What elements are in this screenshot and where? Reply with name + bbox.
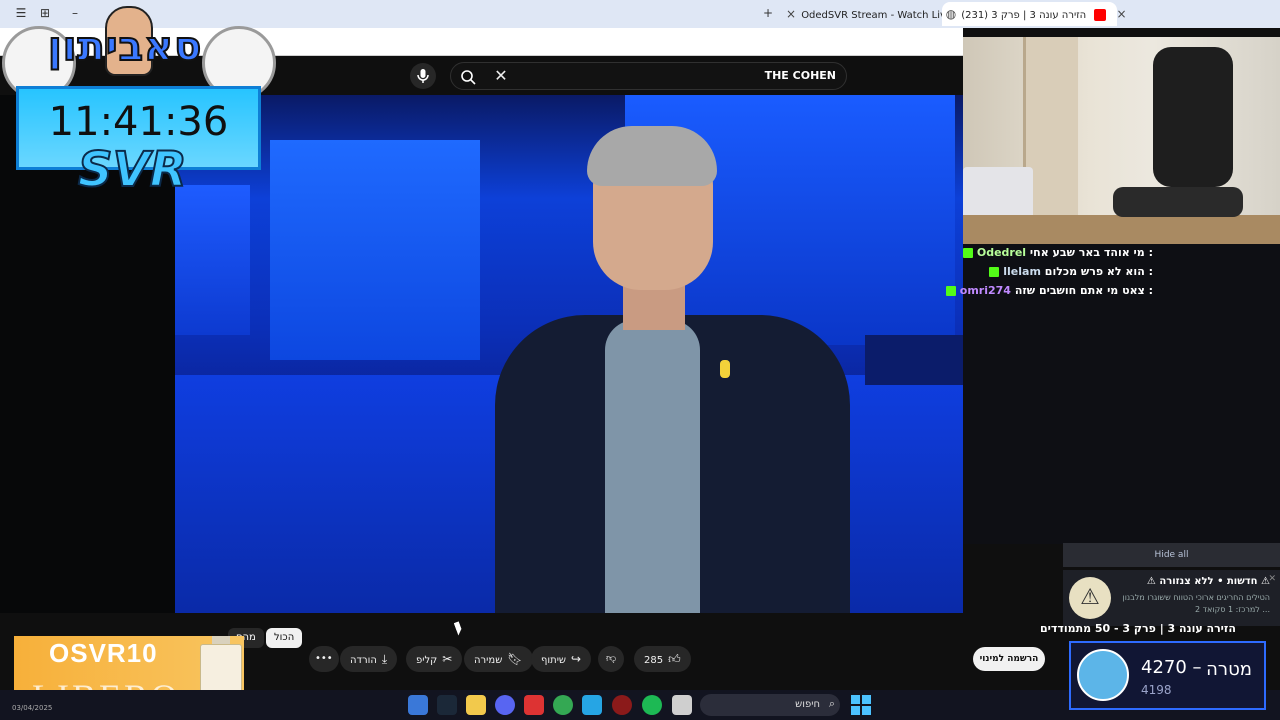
screen: ☰ ⊞ – + × OdedSVR Stream - Watch Live ◍ … bbox=[0, 0, 1280, 720]
youtube-icon bbox=[1094, 9, 1107, 21]
chat-username: llelam bbox=[1003, 265, 1041, 278]
chat-username: omri274 bbox=[959, 284, 1011, 297]
presenter bbox=[475, 126, 855, 613]
brand-text: SVR bbox=[77, 141, 188, 199]
notification-card[interactable]: ⚠ ✕ ⚠ חדשות • ללא צנזורה ⚠ הטילים החריגי… bbox=[1063, 570, 1280, 626]
search-box[interactable]: ✕ THE COHEN bbox=[450, 62, 847, 90]
floor bbox=[963, 215, 1280, 244]
chat-message: llelam הוא לא פרש מכלום : bbox=[989, 265, 1153, 281]
bookmark-icon: 🔖︎ bbox=[507, 652, 523, 666]
goal-avatar bbox=[1077, 649, 1129, 701]
chat-message: omri274 צאט מי אתם חושבים שזה : bbox=[945, 284, 1153, 300]
new-tab-button[interactable]: + bbox=[757, 4, 779, 22]
tab-kick-stream[interactable]: × OdedSVR Stream - Watch Live bbox=[784, 2, 973, 26]
notification-title: ⚠ חדשות • ללא צנזורה ⚠ bbox=[1146, 576, 1270, 587]
donation-goal: 4270 – 4198 מטרה bbox=[1069, 641, 1266, 710]
warning-icon: ⚠ bbox=[1069, 577, 1111, 619]
tab-title: OdedSVR Stream - Watch Live bbox=[801, 10, 953, 21]
tab-title: (231) הזירה עונה 3 | פרק 3 bbox=[961, 10, 1087, 21]
dislike-button[interactable]: 👎︎ bbox=[598, 646, 625, 672]
scissors-icon: ✂ bbox=[442, 652, 453, 666]
save-label: שמירה bbox=[474, 655, 503, 666]
download-icon: ⤓ bbox=[381, 652, 388, 666]
webcam-feed bbox=[963, 37, 1280, 244]
subscribe-button[interactable]: הרשמה למינוי bbox=[973, 647, 1045, 671]
search-input[interactable]: THE COHEN bbox=[765, 63, 836, 89]
clip-label: קליפ bbox=[416, 655, 438, 666]
discord-icon[interactable] bbox=[495, 695, 515, 715]
chair-base bbox=[1113, 187, 1243, 217]
goal-label: מטרה bbox=[1206, 659, 1252, 680]
video-title: הזירה עונה 3 | פרק 3 - 50 מתמודדים bbox=[1040, 622, 1236, 635]
chat-text: צאט מי אתם חושבים שזה : bbox=[1014, 284, 1153, 297]
kick-badge-icon bbox=[962, 248, 973, 258]
mic-icon[interactable] bbox=[410, 63, 436, 89]
stream-logo: סאביתון bbox=[0, 2, 280, 100]
clear-search-icon[interactable]: ✕ bbox=[491, 65, 511, 87]
download-button[interactable]: הורדה ⤓ bbox=[340, 646, 398, 672]
kick-badge-icon bbox=[989, 267, 1000, 277]
timer-value: 11:41:36 bbox=[48, 99, 229, 145]
logo-text: סאביתון bbox=[47, 23, 203, 71]
tab-youtube[interactable]: ◍ (231) הזירה עונה 3 | פרק 3 × bbox=[942, 2, 1127, 26]
like-count: 285 bbox=[644, 655, 664, 666]
thumbs-up-icon: 👍︎ bbox=[668, 652, 681, 666]
goal-current: 4198 bbox=[1141, 683, 1172, 697]
chat-overlay: Odedrel מי אוהד באר שבע אחי : llelam הוא… bbox=[945, 244, 1280, 544]
taskbar-date: 03/04/2025 bbox=[12, 704, 53, 712]
chat-text: הוא לא פרש מכלום : bbox=[1044, 265, 1153, 278]
close-icon[interactable]: × bbox=[1115, 2, 1129, 26]
video-frame bbox=[175, 95, 963, 613]
share-icon: ↪ bbox=[571, 652, 582, 666]
presenter-hair bbox=[587, 126, 717, 186]
steam-icon[interactable] bbox=[437, 695, 457, 715]
search-icon[interactable] bbox=[459, 68, 477, 86]
chrome-icon[interactable] bbox=[553, 695, 573, 715]
audio-icon[interactable]: ◍ bbox=[944, 2, 958, 26]
chat-text: מי אוהד באר שבע אחי : bbox=[1029, 246, 1153, 259]
folder-icon[interactable] bbox=[466, 695, 486, 715]
promo-code: OSVR10 bbox=[49, 638, 158, 668]
like-button[interactable]: 285 👍︎ bbox=[634, 646, 691, 672]
studio-panel bbox=[175, 185, 250, 335]
save-button[interactable]: שמירה 🔖︎ bbox=[464, 646, 533, 672]
clip-button[interactable]: קליפ ✂ bbox=[406, 646, 463, 672]
chat-message: Odedrel מי אוהד באר שבע אחי : bbox=[962, 246, 1153, 262]
store-icon[interactable] bbox=[408, 695, 428, 715]
download-label: הורדה bbox=[350, 655, 377, 666]
taskbar-search[interactable]: חיפוש ⌕ bbox=[700, 694, 840, 716]
studio-panel bbox=[270, 140, 480, 360]
gaming-chair bbox=[1153, 47, 1233, 187]
presenter-shirt bbox=[605, 320, 700, 613]
goal-target: 4270 – bbox=[1141, 657, 1202, 678]
taskbar-search-input[interactable]: חיפוש bbox=[795, 694, 820, 716]
kick-badge-icon bbox=[945, 286, 956, 296]
share-button[interactable]: שיתוף ↪ bbox=[531, 646, 592, 672]
yellow-ribbon-icon bbox=[720, 360, 730, 378]
more-button[interactable]: ••• bbox=[309, 646, 339, 672]
close-icon[interactable]: × bbox=[784, 2, 798, 26]
windows-start-icon[interactable] bbox=[851, 695, 871, 715]
share-label: שיתוף bbox=[541, 655, 567, 666]
chip-all[interactable]: הכול bbox=[266, 628, 303, 648]
window-icon[interactable] bbox=[672, 695, 692, 715]
studio-panel bbox=[865, 335, 963, 385]
hide-all-button[interactable]: Hide all bbox=[1063, 543, 1280, 567]
thumbs-down-icon: 👎︎ bbox=[606, 653, 617, 664]
app-icon[interactable] bbox=[524, 695, 544, 715]
search-icon: ⌕ bbox=[828, 697, 835, 710]
spotify-icon[interactable] bbox=[642, 695, 662, 715]
app3-icon[interactable] bbox=[612, 695, 632, 715]
chat-username: Odedrel bbox=[976, 246, 1027, 259]
notification-body: הטילים החריגים ארוכי הטווח ששוגרו מלבנון… bbox=[1122, 593, 1270, 614]
app2-icon[interactable] bbox=[582, 695, 602, 715]
